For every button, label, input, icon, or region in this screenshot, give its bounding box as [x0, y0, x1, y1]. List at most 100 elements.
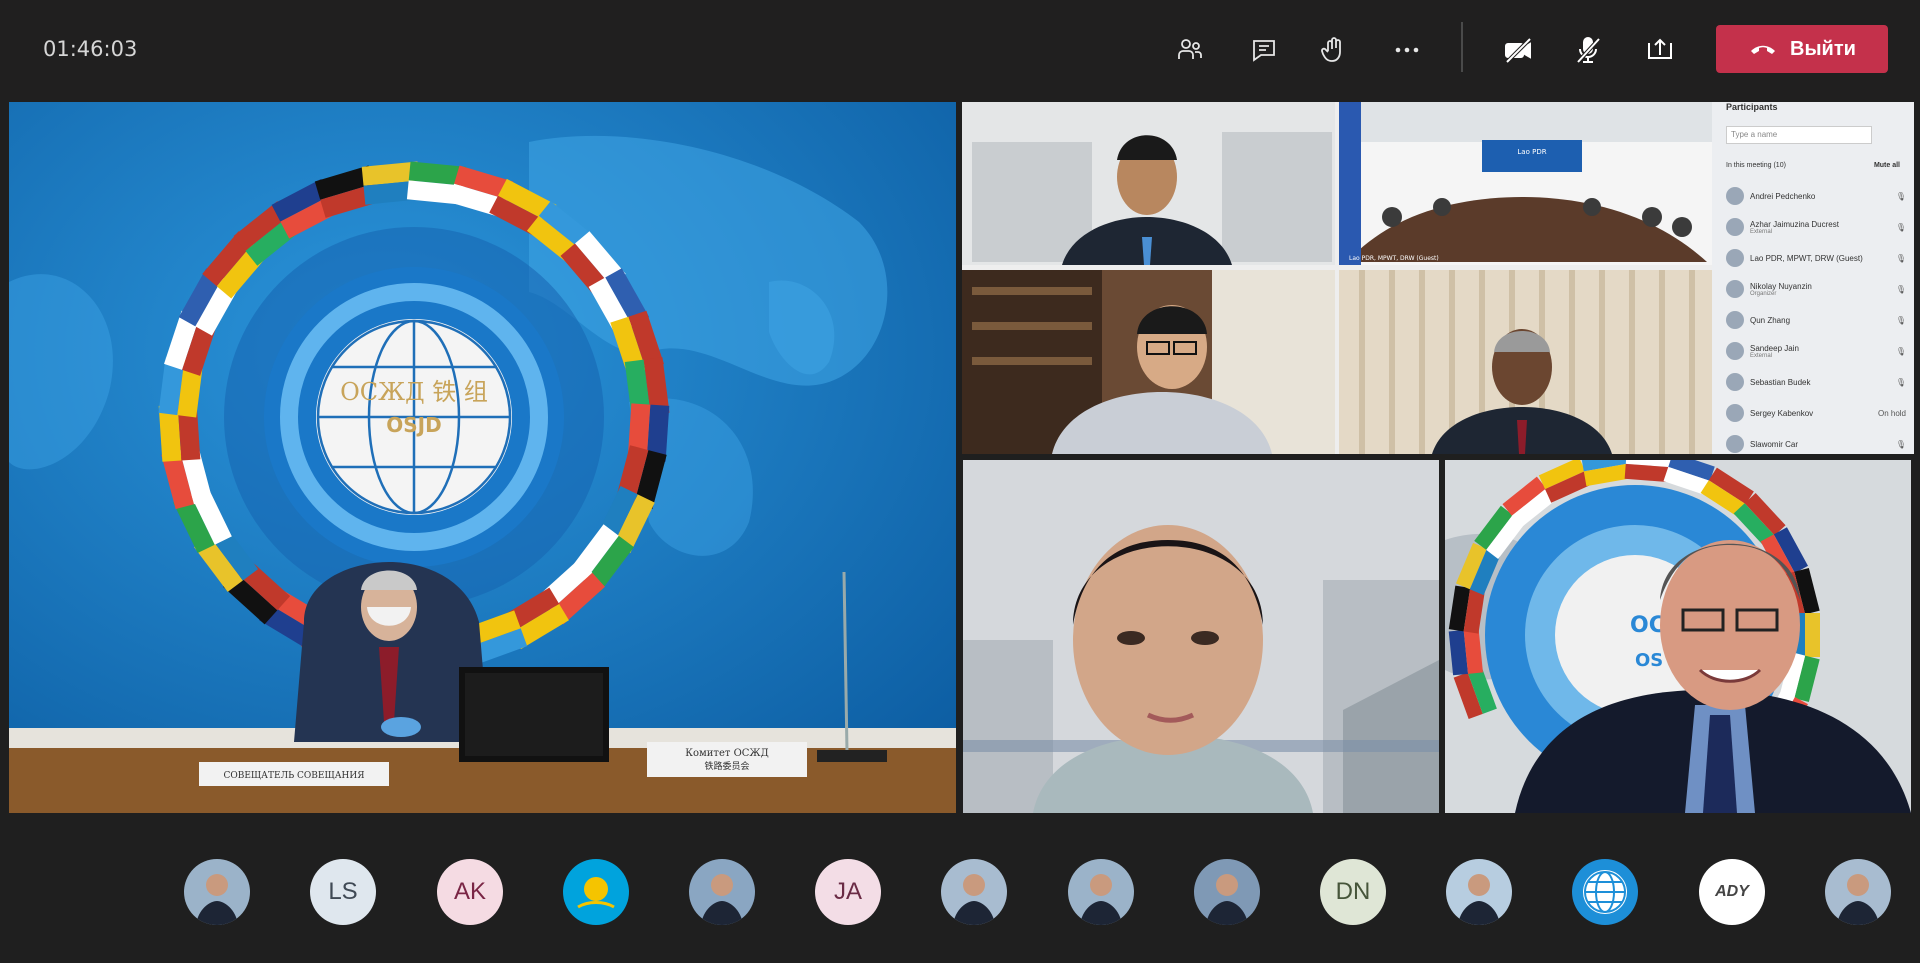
participant-avatar-photo[interactable] [1446, 859, 1512, 925]
logo-latin-text: OSJD [386, 413, 441, 437]
avatar-initials: JA [833, 878, 862, 905]
avatar [1726, 280, 1744, 298]
participant-list-item[interactable]: Lao PDR, MPWT, DRW (Guest) 🎙 [1726, 248, 1906, 268]
main-video-tile[interactable]: ОСЖД 铁 组 OSJD Комитет ОСЖД 铁路委员会 СОВЕЩАТ… [9, 102, 956, 813]
participant-avatar-photo[interactable] [941, 859, 1007, 925]
mic-icon: 🎙 [1895, 191, 1906, 201]
participant-name: Sebastian Budek [1750, 377, 1811, 387]
participant-list-item[interactable]: Azhar Jaimuzina Ducrest External 🎙 [1726, 217, 1906, 237]
avatar-initials: AK [453, 878, 486, 905]
logo-text: ADY [1715, 883, 1749, 900]
room-screen-text: Lao PDR [1517, 148, 1546, 156]
participant-avatar-logo[interactable]: ADY [1699, 859, 1765, 925]
more-options-icon[interactable] [1385, 28, 1429, 72]
mic-icon: 🎙 [1895, 346, 1906, 356]
flag-mark [1624, 460, 1671, 483]
person-photo [953, 874, 995, 925]
person-photo [1080, 874, 1122, 925]
mic-icon: 🎙 [1895, 284, 1906, 294]
participant-role: External [1750, 352, 1773, 359]
participant-list-item[interactable]: Sebastian Budek 🎙 [1726, 372, 1906, 392]
participant-man-video: ОСЖД OS [1445, 460, 1911, 813]
participant-name: Slawomir Car [1750, 439, 1799, 449]
participant-name: Andrei Pedchenko [1750, 191, 1816, 201]
mic-icon: 🎙 [1895, 222, 1906, 232]
sun-icon [577, 877, 615, 909]
avatar [1726, 373, 1744, 391]
shared-participants-panel: Participants Type a name In this meeting… [1712, 102, 1914, 454]
svg-text:OS: OS [1635, 650, 1663, 671]
main-video-scene: ОСЖД 铁 组 OSJD Комитет ОСЖД 铁路委员会 СОВЕЩАТ… [9, 102, 956, 813]
camera-off-icon[interactable] [1496, 28, 1540, 72]
chat-icon[interactable] [1242, 28, 1286, 72]
meeting-toolbar: 01:46:03 Выйти [0, 0, 1920, 100]
video-tile-participant-man[interactable]: ОСЖД OS [1445, 460, 1911, 813]
participant-name: Nikolay Nuyanzin [1750, 281, 1812, 291]
mic-icon: 🎙 [1895, 315, 1906, 325]
globe-icon [1583, 870, 1627, 914]
participant-search-input[interactable]: Type a name [1726, 126, 1872, 144]
nameplate-right-line2: 铁路委员会 [704, 760, 749, 772]
person-photo [701, 874, 743, 925]
participant-list-item[interactable]: Sandeep Jain External 🎙 [1726, 341, 1906, 361]
mic-icon: 🎙 [1895, 377, 1906, 387]
participant-list-item[interactable]: Qun Zhang 🎙 [1726, 310, 1906, 330]
participant-avatar-initials[interactable]: AK [437, 859, 503, 925]
raise-hand-icon[interactable] [1312, 28, 1356, 72]
participant-list-item[interactable]: Slawomir Car 🎙 [1726, 434, 1906, 454]
participant-list-item[interactable]: Sergey Kabenkov On hold [1726, 403, 1906, 423]
participant-avatar-flag[interactable] [563, 859, 629, 925]
leave-button[interactable]: Выйти [1716, 25, 1888, 73]
participant-avatar-initials[interactable]: LS [310, 859, 376, 925]
participant-avatar-logo[interactable] [1572, 859, 1638, 925]
avatar-initials: LS [328, 878, 358, 905]
participant-woman-video [963, 460, 1439, 813]
person-photo [1206, 874, 1248, 925]
participant-role: Organizer [1750, 290, 1777, 297]
participant-list-item[interactable]: Andrei Pedchenko 🎙 [1726, 186, 1906, 206]
shared-screen-video: Lao PDR Lao PDR, MPWT, DRW (Guest) [962, 102, 1712, 454]
nameplate-left: СОВЕЩАТЕЛЬ СОВЕЩАНИЯ [223, 771, 364, 781]
participant-list-item[interactable]: Nikolay Nuyanzin Organizer 🎙 [1726, 279, 1906, 299]
person-photo [1837, 874, 1879, 925]
meeting-timer: 01:46:03 [43, 37, 138, 61]
participant-role: External [1750, 228, 1773, 235]
mic-icon: 🎙 [1895, 439, 1906, 449]
participant-avatar-initials[interactable]: DN [1320, 859, 1386, 925]
nameplate-right-line1: Комитет ОСЖД [685, 748, 769, 759]
avatar [1726, 435, 1744, 453]
participant-avatar-initials[interactable]: JA [815, 859, 881, 925]
logo-cyrillic-text: ОСЖД 铁 组 [340, 378, 488, 406]
avatar [1726, 249, 1744, 267]
participant-status: On hold [1877, 408, 1906, 418]
panel-title: Participants [1726, 102, 1778, 112]
person-photo [1458, 874, 1500, 925]
participant-avatar-photo[interactable] [184, 859, 250, 925]
avatar [1726, 404, 1744, 422]
avatar [1726, 218, 1744, 236]
avatar [1726, 187, 1744, 205]
participants-icon[interactable] [1168, 28, 1212, 72]
participant-name: Azhar Jaimuzina Ducrest [1750, 219, 1839, 229]
mic-off-icon[interactable] [1566, 28, 1610, 72]
avatar-initials: DN [1335, 878, 1371, 905]
in-meeting-label: In this meeting (10) [1726, 162, 1786, 169]
participant-avatar-photo[interactable] [1194, 859, 1260, 925]
participant-avatar-photo[interactable] [1825, 859, 1891, 925]
hang-up-icon [1751, 45, 1776, 54]
flag-mark [1448, 628, 1483, 676]
participant-name: Qun Zhang [1750, 315, 1791, 325]
participant-name: Sandeep Jain [1750, 343, 1799, 353]
person-photo [196, 874, 238, 925]
participant-avatar-photo[interactable] [689, 859, 755, 925]
leave-label: Выйти [1790, 37, 1856, 60]
mic-icon: 🎙 [1895, 253, 1906, 263]
room-caption: Lao PDR, MPWT, DRW (Guest) [1349, 255, 1439, 262]
shared-screen-tile[interactable]: Lao PDR Lao PDR, MPWT, DRW (Guest) [962, 102, 1712, 454]
share-screen-icon[interactable] [1638, 28, 1682, 72]
participant-name: Lao PDR, MPWT, DRW (Guest) [1750, 253, 1863, 263]
mute-all-button[interactable]: Mute all [1874, 162, 1900, 169]
toolbar-separator [1461, 22, 1463, 72]
participant-avatar-photo[interactable] [1068, 859, 1134, 925]
video-tile-participant-woman[interactable] [963, 460, 1439, 813]
